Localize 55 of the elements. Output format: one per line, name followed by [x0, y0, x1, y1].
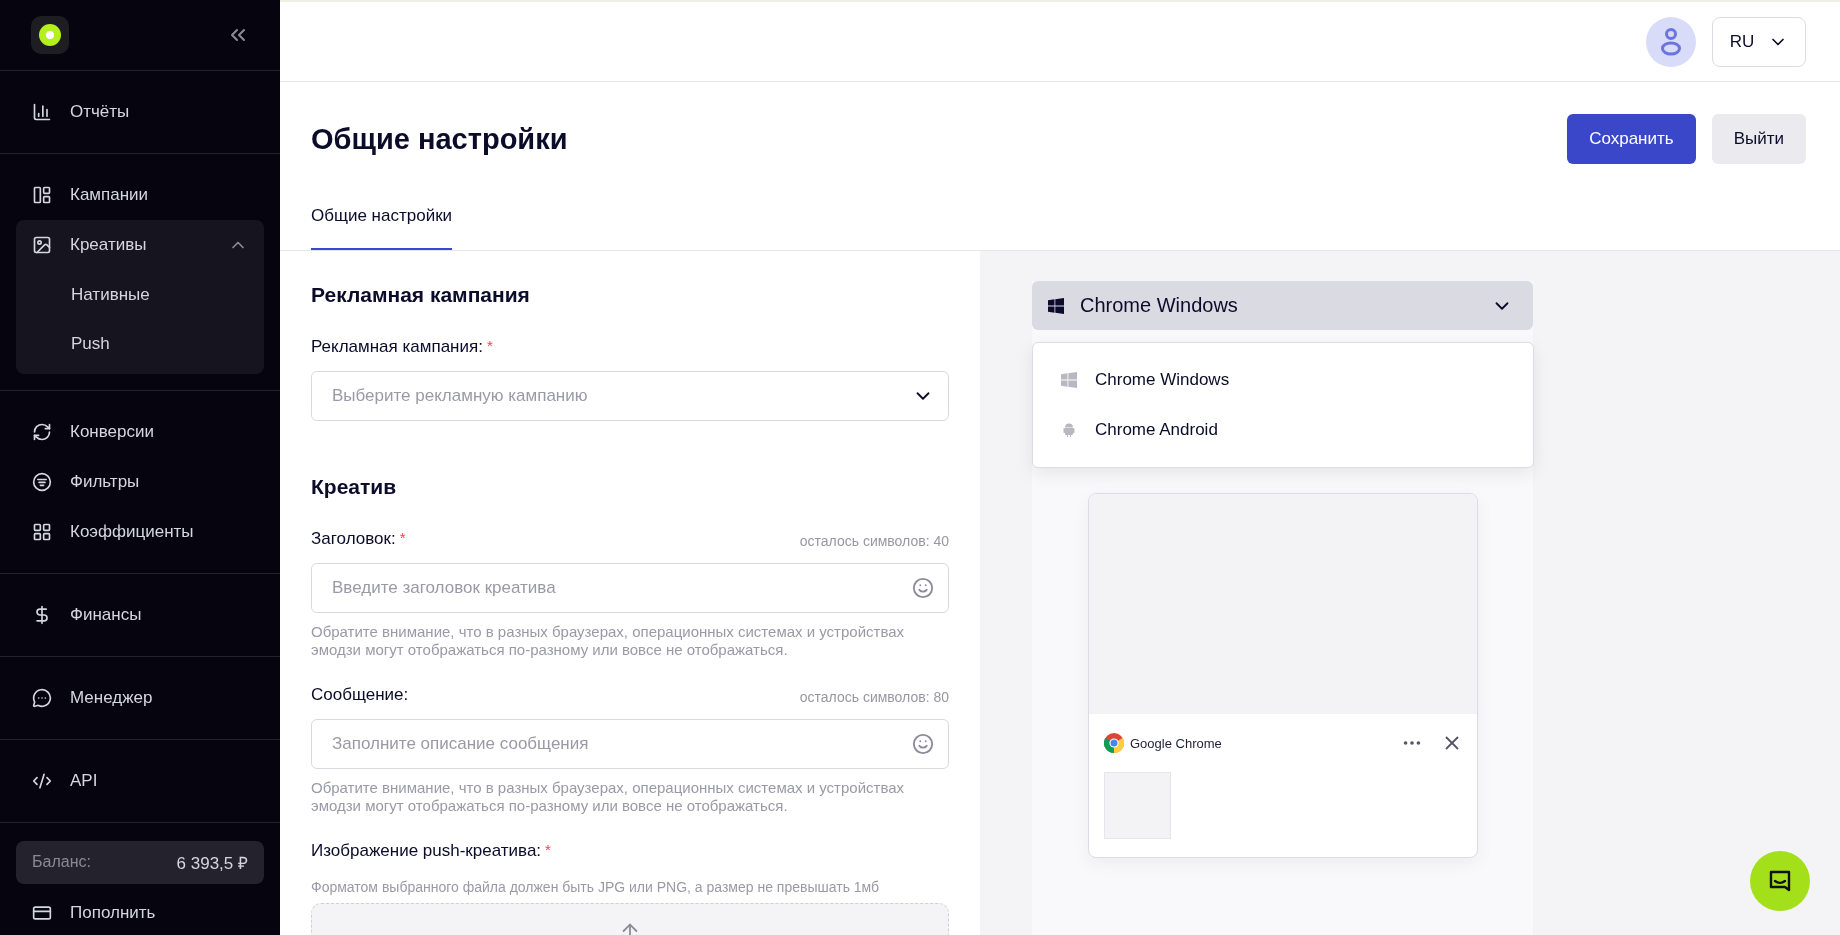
nav-item[interactable]: Отчёты [16, 87, 264, 138]
windows-icon [1048, 297, 1064, 314]
nav-item[interactable]: Коэффициенты [16, 507, 264, 558]
nav-icon [32, 522, 52, 543]
nav-item[interactable]: Финансы [16, 590, 264, 641]
logo-icon [31, 16, 69, 55]
thumbnail-placeholder [1104, 772, 1171, 839]
nav-item[interactable]: Кампании [16, 170, 264, 221]
nav-item[interactable]: Пополнить [16, 891, 264, 935]
field-hint: Форматом выбранного файла должен быть JPG или PNG, а размер не превышать 1мб [311, 879, 881, 895]
balance-value: 6 393,5 ₽ [176, 852, 248, 874]
menu-option[interactable]: Chrome Windows [1033, 355, 1533, 405]
nav-item[interactable]: Конверсии [16, 407, 264, 458]
field-label: Заголовок: * [311, 529, 406, 549]
section-title: Креатив [311, 475, 398, 499]
nav-item[interactable]: Менеджер [16, 673, 264, 724]
section-title: Рекламная кампания [311, 283, 531, 307]
field-label: Сообщение: [311, 685, 409, 705]
emoji-icon[interactable] [912, 733, 934, 755]
nav-item[interactable]: API [16, 756, 264, 807]
filter-icon [32, 472, 52, 493]
save-button[interactable]: Сохранить [1567, 114, 1696, 164]
menu-option[interactable]: Chrome Android [1033, 405, 1533, 455]
char-counter: осталось символов: 80 [799, 689, 949, 705]
nav-icon [32, 235, 52, 256]
nav-item[interactable]: Креативы [16, 220, 264, 271]
nav-item[interactable]: Фильтры [16, 457, 264, 508]
tab[interactable]: Общие настройки [311, 186, 453, 250]
page-title: Общие настройки [311, 122, 568, 156]
android-icon [1061, 422, 1077, 438]
platform-select[interactable]: Chrome Windows [1032, 281, 1533, 330]
char-counter: осталось символов: 40 [799, 533, 949, 549]
avatar[interactable] [1646, 16, 1696, 67]
nav-subitem[interactable]: Push [16, 319, 264, 369]
field-label: Изображение push-креатива: * [311, 841, 551, 861]
nav-subitem[interactable]: Нативные [16, 270, 264, 320]
required-mark: * [545, 841, 551, 858]
field-hint: Обратите внимание, что в разных браузерах, операционных системах и устройствах эмодзи могут отображаться по-разному или вовсе не отображаться. [311, 623, 906, 659]
nav-icon [32, 422, 52, 443]
required-mark: * [486, 337, 493, 354]
field-hint: Обратите внимание, что в разных браузерах, операционных системах и устройствах эмодзи могут отображаться по-разному или вовсе не отображаться. [311, 779, 906, 815]
exit-button[interactable]: Выйти [1711, 114, 1806, 164]
field-label: Рекламная кампания: * [311, 337, 493, 357]
windows-icon [1061, 372, 1077, 388]
nav-icon [32, 102, 52, 123]
language-select[interactable]: RU [1712, 16, 1806, 67]
browser-logo-icon [1104, 733, 1124, 753]
browser-name: Google Chrome [1130, 735, 1223, 751]
nav-icon [32, 185, 52, 206]
user-icon [1660, 26, 1682, 57]
chat-icon [1767, 868, 1793, 894]
emoji-icon[interactable] [912, 577, 934, 599]
required-mark: * [399, 529, 406, 546]
balance-label: Баланс: [32, 853, 91, 872]
nav-icon [32, 688, 52, 709]
